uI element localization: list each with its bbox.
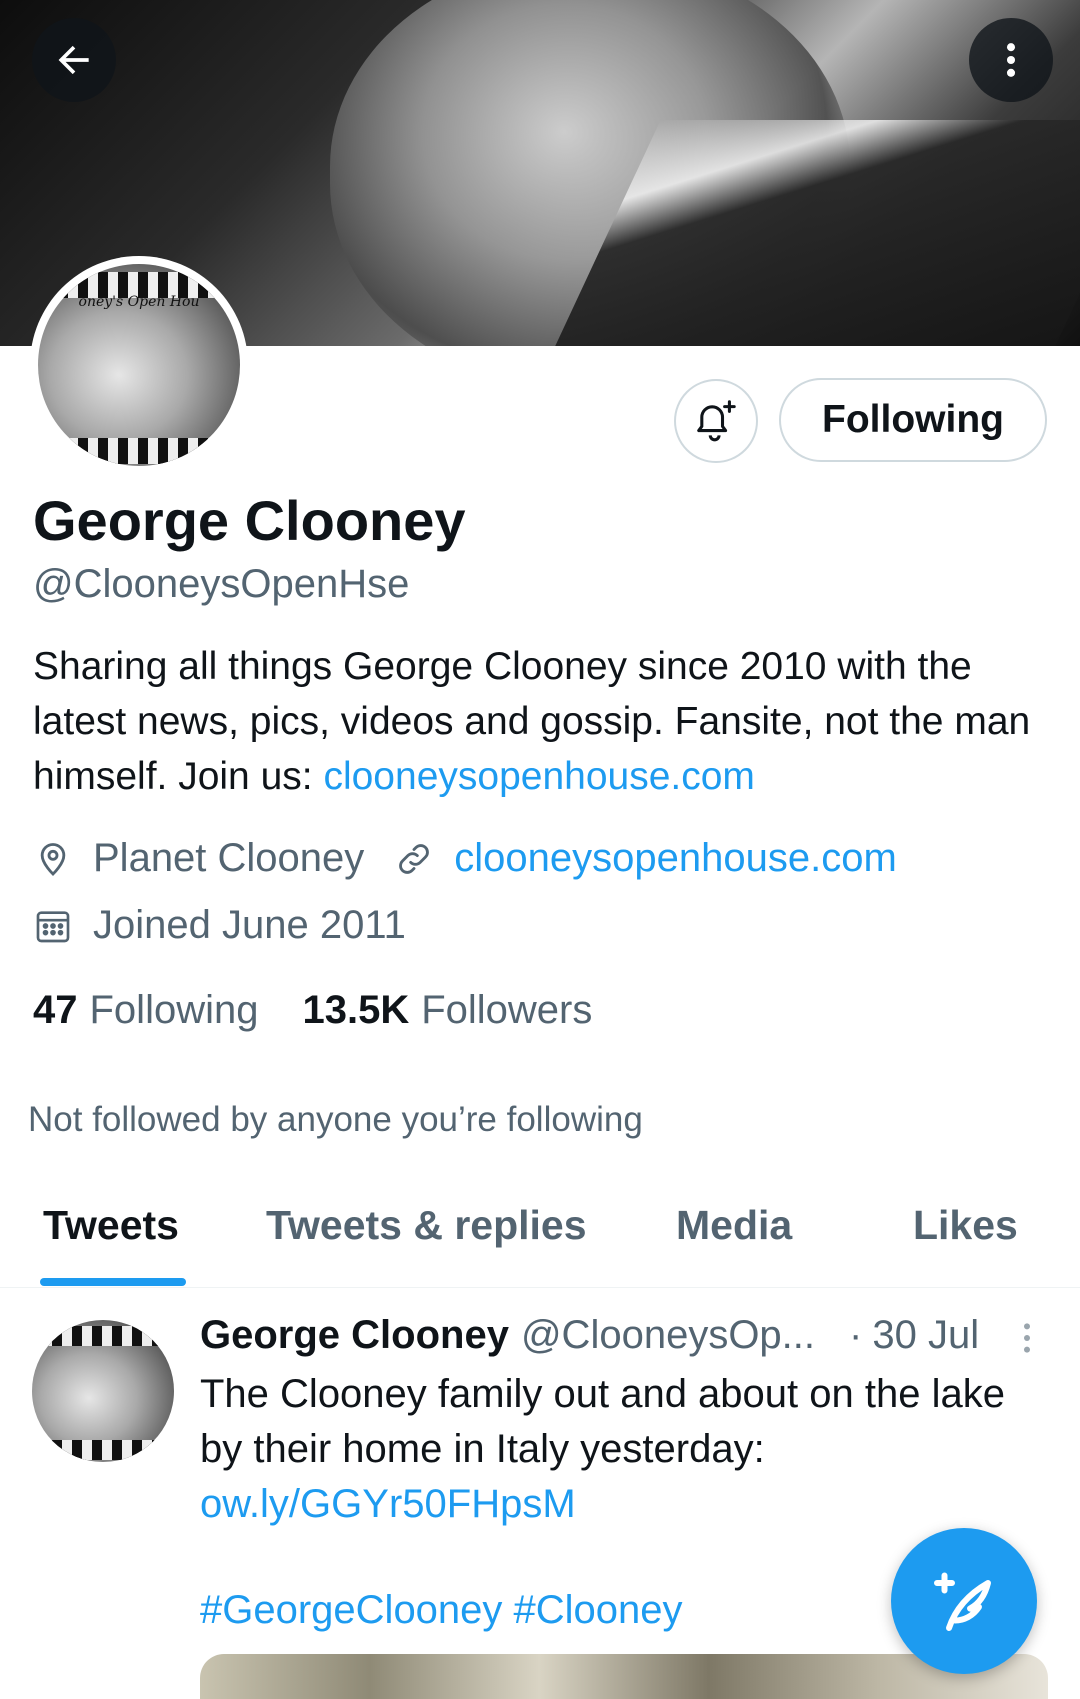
- profile-location: Planet Clooney: [93, 836, 365, 880]
- tweet-date[interactable]: 30 Jul: [872, 1313, 979, 1358]
- profile-avatar[interactable]: oney's Open Hou: [30, 256, 248, 474]
- followers-label: Followers: [421, 988, 593, 1032]
- film-strip-bottom: [32, 1440, 174, 1460]
- tweet-body: The Clooney family out and about on the …: [200, 1372, 1005, 1471]
- profile-website[interactable]: clooneysopenhouse.com: [394, 836, 897, 881]
- compose-tweet-icon: [934, 1572, 991, 1631]
- following-stat[interactable]: 47 Following: [33, 988, 258, 1033]
- profile-stats: 47 Following 13.5K Followers: [33, 988, 636, 1033]
- tweet-more-button[interactable]: [1012, 1318, 1042, 1363]
- tweet-media-image[interactable]: [200, 1654, 1048, 1699]
- following-label: Following: [89, 988, 259, 1032]
- tab-tweets[interactable]: Tweets: [43, 1202, 179, 1249]
- tweet-hashtags[interactable]: #GeorgeClooney #Clooney: [200, 1588, 683, 1633]
- tweet-author-name[interactable]: George Clooney: [200, 1313, 509, 1358]
- back-button[interactable]: [32, 18, 116, 102]
- tweet-separator: ·: [849, 1313, 863, 1357]
- bio-link[interactable]: clooneysopenhouse.com: [323, 755, 754, 798]
- avatar-caption: oney's Open Hou: [78, 294, 200, 310]
- following-count: 47: [33, 988, 78, 1032]
- link-icon: [394, 839, 434, 879]
- followers-count: 13.5K: [302, 988, 410, 1032]
- tweet-link[interactable]: ow.ly/GGYr50FHpsM: [200, 1482, 576, 1526]
- profile-joined-date: Joined June 2011: [93, 903, 406, 947]
- avatar-image: oney's Open Hou: [38, 264, 240, 466]
- active-tab-indicator: [40, 1278, 186, 1286]
- profile-name: George Clooney: [33, 489, 466, 552]
- tweet-author-handle[interactable]: @ClooneysOp...: [521, 1313, 815, 1358]
- profile-meta-row: Planet Clooney clooneysopenhouse.com: [33, 836, 897, 881]
- tweet-header: George Clooney @ClooneysOp... · 30 Jul: [200, 1313, 1050, 1358]
- film-strip-bottom: [38, 438, 240, 464]
- film-strip-top: [32, 1326, 174, 1346]
- tab-tweets-replies[interactable]: Tweets & replies: [266, 1202, 587, 1249]
- followers-stat[interactable]: 13.5K Followers: [302, 988, 592, 1033]
- tab-media[interactable]: Media: [676, 1202, 792, 1249]
- arrow-left-icon: [58, 45, 89, 75]
- location-pin-icon: [33, 839, 73, 879]
- tweet-text: The Clooney family out and about on the …: [200, 1367, 1030, 1532]
- more-vertical-icon: [1024, 1323, 1030, 1353]
- tab-likes[interactable]: Likes: [913, 1202, 1018, 1249]
- profile-handle: @ClooneysOpenHse: [33, 562, 410, 606]
- more-options-button[interactable]: [969, 18, 1053, 102]
- profile-tabs: Tweets Tweets & replies Media Likes: [0, 1190, 1080, 1288]
- profile-bio: Sharing all things George Clooney since …: [33, 639, 1053, 804]
- website-link[interactable]: clooneysopenhouse.com: [454, 836, 897, 881]
- more-vertical-icon: [1006, 43, 1016, 77]
- following-button[interactable]: Following: [779, 378, 1047, 462]
- calendar-icon: [33, 906, 73, 946]
- compose-tweet-button[interactable]: [891, 1528, 1037, 1674]
- not-followed-notice: Not followed by anyone you’re following: [28, 1100, 643, 1139]
- bell-plus-icon: [697, 400, 736, 442]
- tweet-avatar[interactable]: [32, 1320, 174, 1462]
- profile-joined-row: Joined June 2011: [33, 903, 406, 948]
- notifications-button[interactable]: [674, 379, 758, 463]
